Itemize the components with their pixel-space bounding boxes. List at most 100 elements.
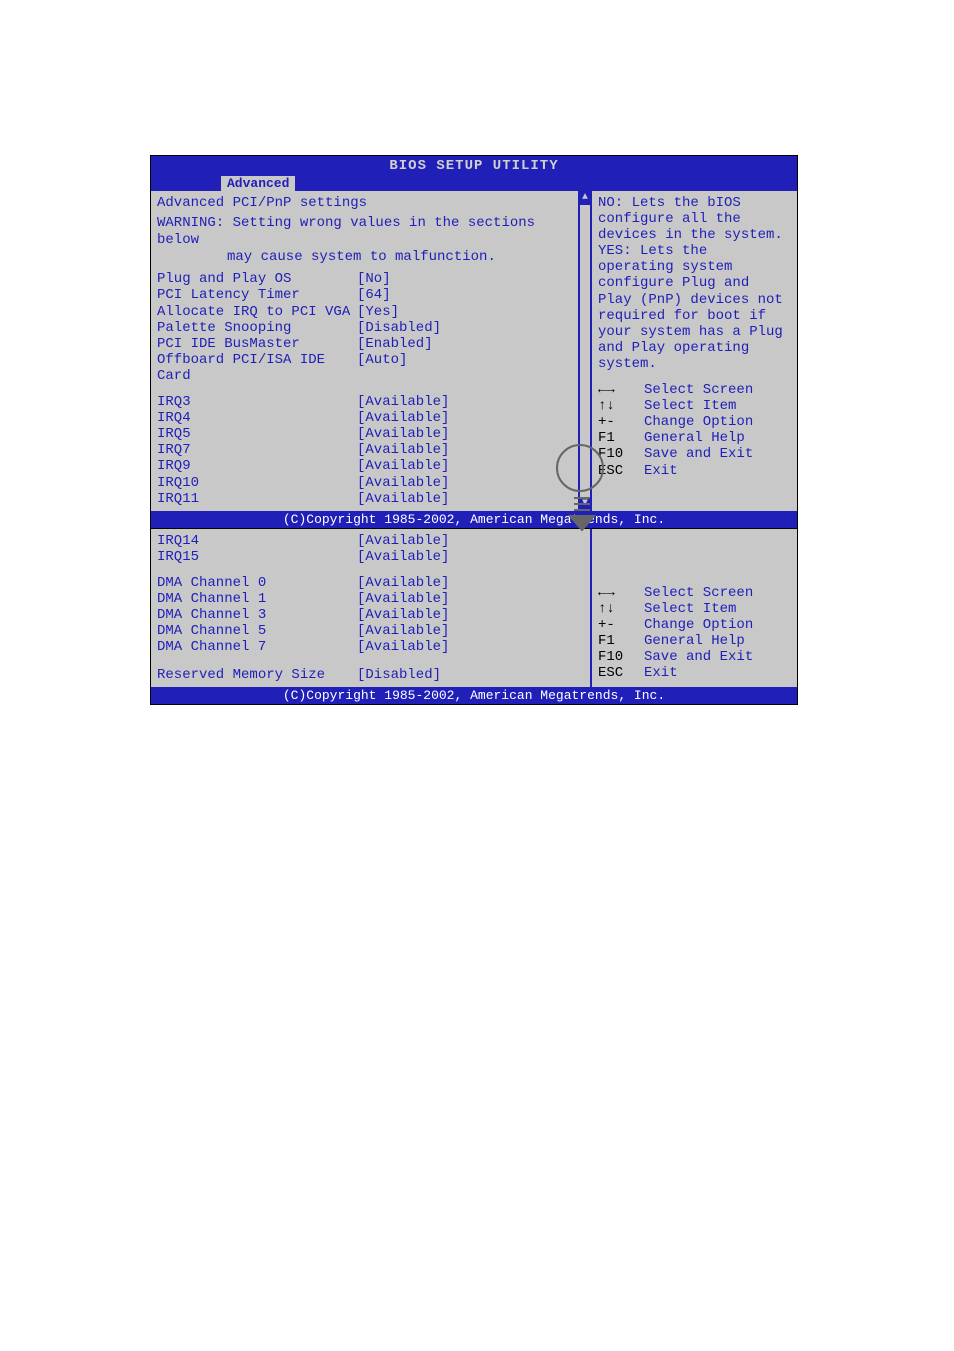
key-row: +-Change Option <box>598 617 791 633</box>
setting-label: PCI IDE BusMaster <box>157 336 357 352</box>
scroll-down-icon[interactable]: ▼ <box>580 497 590 511</box>
key-symbol: +- <box>598 617 644 633</box>
setting-row[interactable]: Plug and Play OS[No] <box>157 271 584 287</box>
key-hints-1: ←→Select Screen ↑↓Select Item +-Change O… <box>598 382 791 479</box>
setting-value: [Enabled] <box>357 336 433 352</box>
setting-row[interactable]: PCI IDE BusMaster[Enabled] <box>157 336 584 352</box>
setting-label: IRQ9 <box>157 458 357 474</box>
key-row: F10Save and Exit <box>598 649 791 665</box>
setting-row[interactable]: IRQ9[Available] <box>157 458 584 474</box>
key-row: ESCExit <box>598 463 791 479</box>
help-line: system. <box>598 356 791 372</box>
right-panel-1: NO: Lets the bIOS configure all the devi… <box>592 191 797 511</box>
setting-row[interactable]: IRQ5[Available] <box>157 426 584 442</box>
scroll-up-icon[interactable]: ▲ <box>580 191 590 205</box>
bios-screen-1: BIOS SETUP UTILITY Advanced Advanced PCI… <box>150 155 798 529</box>
scrollbar[interactable]: ▲ ▼ <box>578 191 592 511</box>
key-symbol: ESC <box>598 665 644 681</box>
help-line: operating system <box>598 259 791 275</box>
key-desc: General Help <box>644 633 745 649</box>
setting-row[interactable]: IRQ4[Available] <box>157 410 584 426</box>
help-line: devices in the system. <box>598 227 791 243</box>
setting-value: [No] <box>357 271 391 287</box>
setting-label: Palette Snooping <box>157 320 357 336</box>
key-symbol: F10 <box>598 649 644 665</box>
setting-label: IRQ14 <box>157 533 357 549</box>
key-row: ↑↓Select Item <box>598 601 791 617</box>
setting-row[interactable]: IRQ14[Available] <box>157 533 584 549</box>
help-line: NO: Lets the bIOS <box>598 195 791 211</box>
tab-bar: Advanced <box>151 176 797 191</box>
dma-group: DMA Channel 0[Available] DMA Channel 1[A… <box>157 575 584 655</box>
setting-value: [Available] <box>357 442 449 458</box>
help-text: NO: Lets the bIOS configure all the devi… <box>598 195 791 372</box>
setting-row[interactable]: DMA Channel 3[Available] <box>157 607 584 623</box>
setting-row[interactable]: DMA Channel 0[Available] <box>157 575 584 591</box>
key-row: F1General Help <box>598 633 791 649</box>
setting-row[interactable]: IRQ3[Available] <box>157 394 584 410</box>
key-symbol: +- <box>598 414 644 430</box>
setting-label: PCI Latency Timer <box>157 287 357 303</box>
irq-group-2: IRQ14[Available] IRQ15[Available] <box>157 533 584 565</box>
setting-label: Allocate IRQ to PCI VGA <box>157 304 357 320</box>
setting-value: [Yes] <box>357 304 399 320</box>
key-desc: Save and Exit <box>644 446 753 462</box>
key-row: ↑↓Select Item <box>598 398 791 414</box>
key-desc: Exit <box>644 665 678 681</box>
bios-screen-2: IRQ14[Available] IRQ15[Available] DMA Ch… <box>150 528 798 706</box>
setting-row[interactable]: Reserved Memory Size[Disabled] <box>157 667 584 683</box>
key-symbol: ESC <box>598 463 644 479</box>
setting-value: [Disabled] <box>357 320 441 336</box>
bios-container: BIOS SETUP UTILITY Advanced Advanced PCI… <box>150 155 798 705</box>
right-panel-2: ←→Select Screen ↑↓Select Item +-Change O… <box>592 529 797 688</box>
setting-row[interactable]: IRQ11[Available] <box>157 491 584 507</box>
key-row: ESCExit <box>598 665 791 681</box>
setting-value: [Available] <box>357 491 449 507</box>
key-symbol: ↑↓ <box>598 398 644 414</box>
footer-1: (C)Copyright 1985-2002, American Megatre… <box>151 511 797 528</box>
setting-label: IRQ7 <box>157 442 357 458</box>
warning-line2: may cause system to malfunction. <box>157 249 584 266</box>
help-line: YES: Lets the <box>598 243 791 259</box>
setting-label: DMA Channel 7 <box>157 639 357 655</box>
help-line: your system has a Plug <box>598 324 791 340</box>
key-desc: Select Screen <box>644 382 753 398</box>
setting-value: [Available] <box>357 475 449 491</box>
key-hints-2: ←→Select Screen ↑↓Select Item +-Change O… <box>598 585 791 682</box>
key-desc: General Help <box>644 430 745 446</box>
setting-row[interactable]: DMA Channel 5[Available] <box>157 623 584 639</box>
setting-value: [Available] <box>357 623 449 639</box>
settings-group: Plug and Play OS[No] PCI Latency Timer[6… <box>157 271 584 384</box>
setting-row[interactable]: IRQ10[Available] <box>157 475 584 491</box>
setting-row[interactable]: PCI Latency Timer[64] <box>157 287 584 303</box>
key-symbol: ←→ <box>598 585 644 601</box>
setting-value: [64] <box>357 287 391 303</box>
setting-value: [Available] <box>357 639 449 655</box>
setting-label: IRQ5 <box>157 426 357 442</box>
setting-row[interactable]: IRQ7[Available] <box>157 442 584 458</box>
left-panel-1: Advanced PCI/PnP settings WARNING: Setti… <box>151 191 592 511</box>
key-row: ←→Select Screen <box>598 585 791 601</box>
key-desc: Select Screen <box>644 585 753 601</box>
key-row: F1General Help <box>598 430 791 446</box>
help-line: and Play operating <box>598 340 791 356</box>
key-symbol: F1 <box>598 633 644 649</box>
setting-label: Offboard PCI/ISA IDE Card <box>157 352 357 384</box>
tab-advanced[interactable]: Advanced <box>221 176 295 191</box>
setting-row[interactable]: Allocate IRQ to PCI VGA[Yes] <box>157 304 584 320</box>
setting-row[interactable]: DMA Channel 1[Available] <box>157 591 584 607</box>
setting-value: [Available] <box>357 426 449 442</box>
setting-label: DMA Channel 0 <box>157 575 357 591</box>
key-row: F10Save and Exit <box>598 446 791 462</box>
setting-row[interactable]: Offboard PCI/ISA IDE Card[Auto] <box>157 352 584 384</box>
setting-label: Plug and Play OS <box>157 271 357 287</box>
help-line: Play (PnP) devices not <box>598 292 791 308</box>
setting-label: DMA Channel 1 <box>157 591 357 607</box>
bios-title: BIOS SETUP UTILITY <box>151 156 797 176</box>
setting-value: [Available] <box>357 575 449 591</box>
reserved-group: Reserved Memory Size[Disabled] <box>157 667 584 683</box>
setting-row[interactable]: DMA Channel 7[Available] <box>157 639 584 655</box>
setting-row[interactable]: Palette Snooping[Disabled] <box>157 320 584 336</box>
left-panel-2: IRQ14[Available] IRQ15[Available] DMA Ch… <box>151 529 592 688</box>
setting-row[interactable]: IRQ15[Available] <box>157 549 584 565</box>
